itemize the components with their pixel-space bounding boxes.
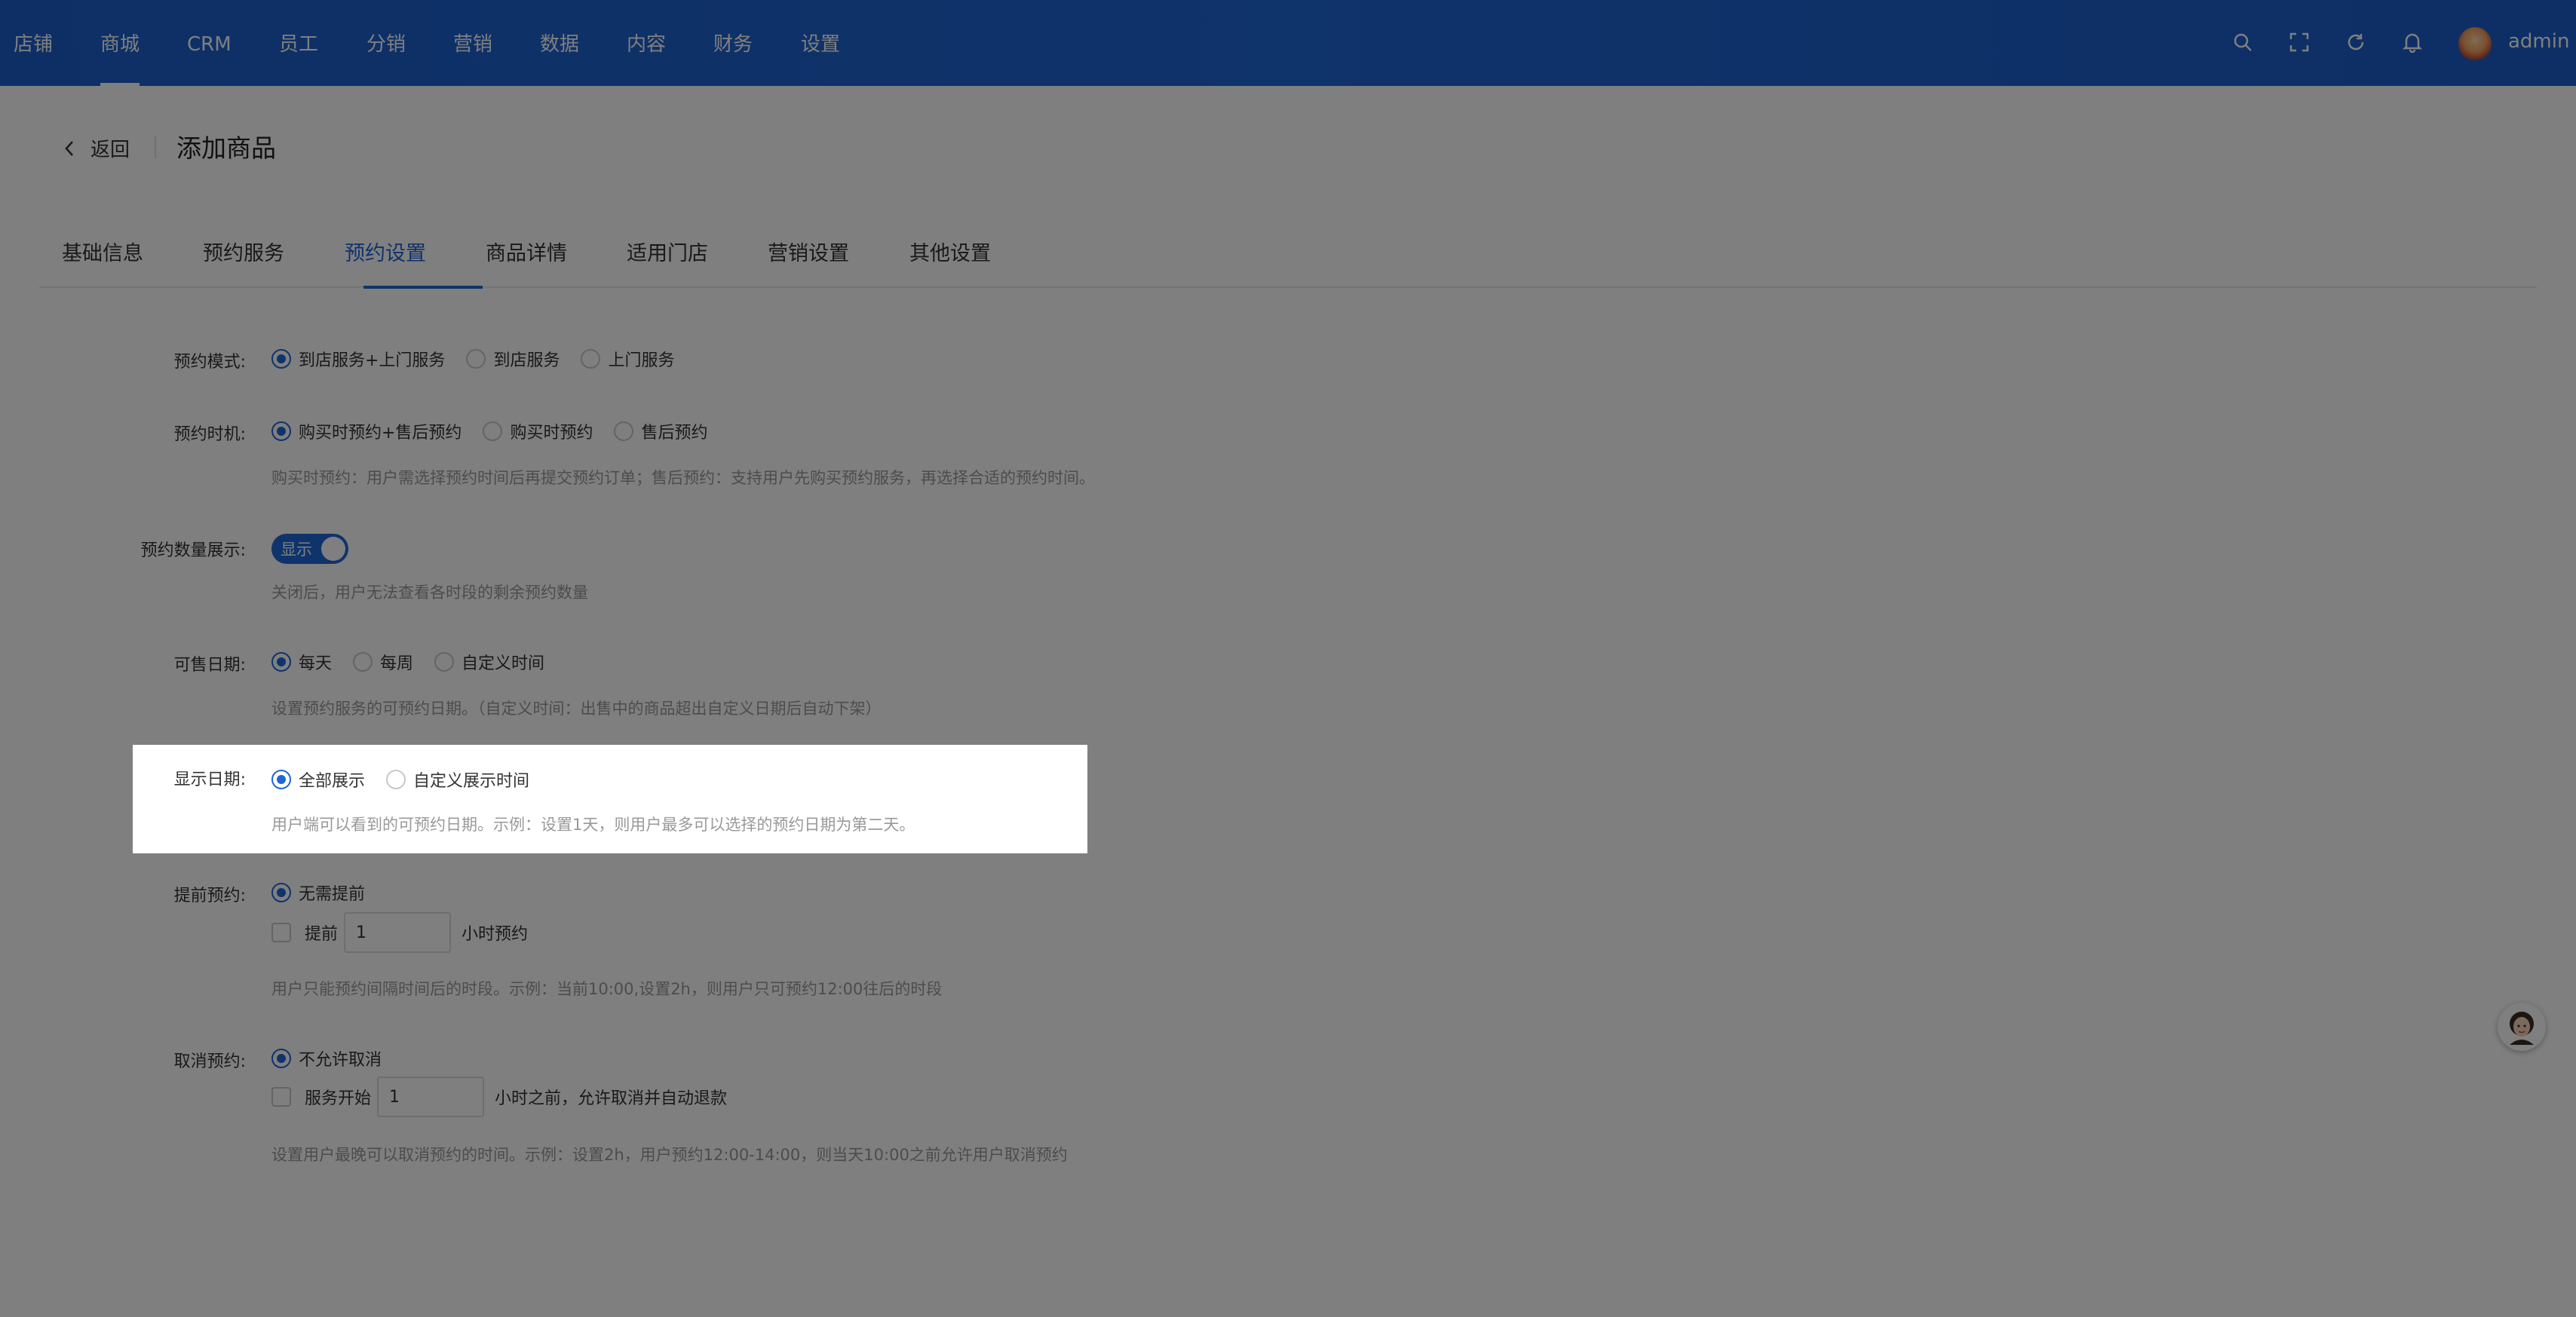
display-date-option-all[interactable]: 全部展示 [271,767,365,792]
display-date-radio-group: 全部展示 自定义展示时间 [271,767,550,792]
dim-overlay-top [0,0,2576,745]
option-label: 自定义展示时间 [413,772,530,791]
radio-icon [386,770,406,789]
display-date-help: 用户端可以看到的可预约日期。示例：设置1天，则用户最多可以选择的预约日期为第二天… [271,816,915,834]
option-label: 全部展示 [299,772,366,791]
display-date-label: 显示日期: [173,770,246,789]
dim-overlay-bottom [0,853,2576,1317]
dim-overlay-right [1087,745,2576,853]
radio-checked-icon [271,770,291,789]
dim-overlay-left [0,745,133,853]
display-date-option-custom[interactable]: 自定义展示时间 [386,767,529,792]
